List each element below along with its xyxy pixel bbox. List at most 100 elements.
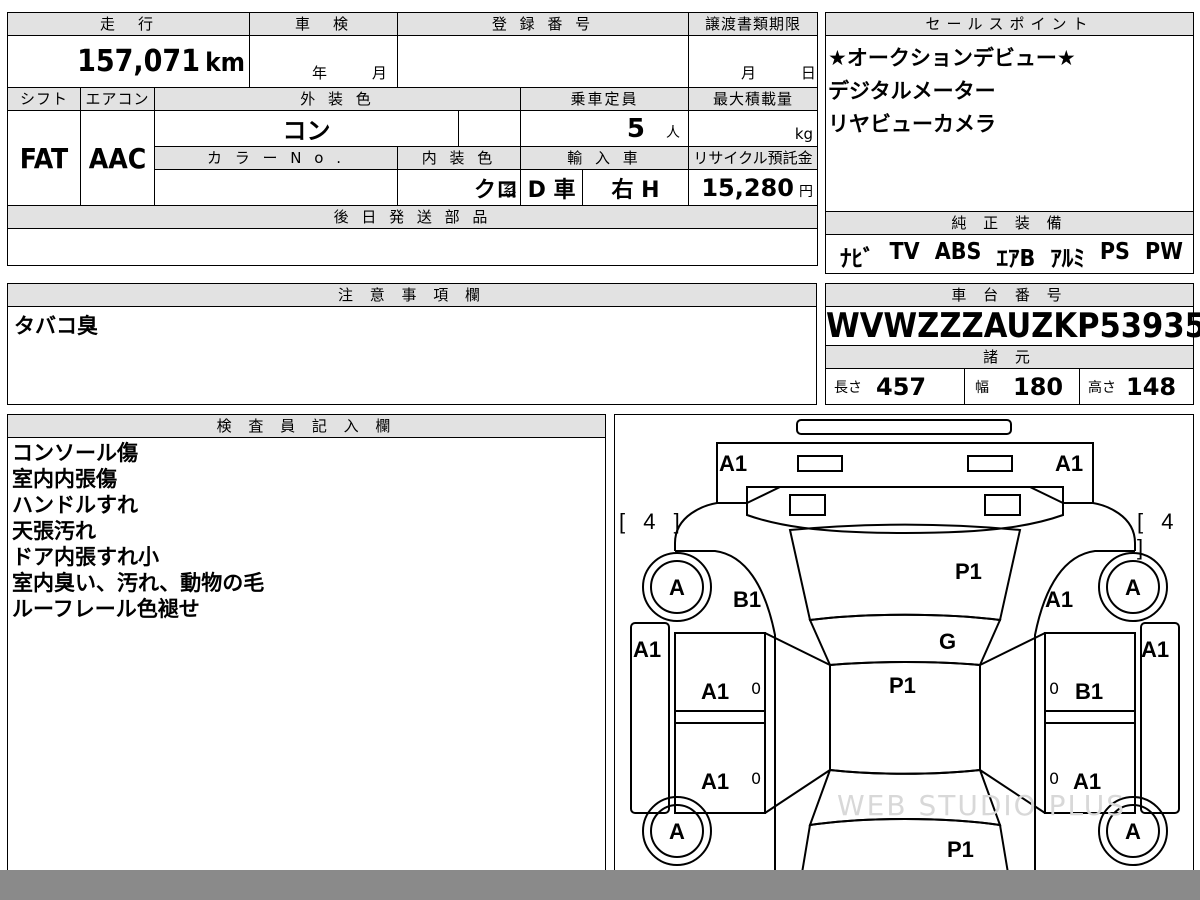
front-bumper-bar bbox=[796, 419, 1012, 435]
max-load-unit: kg bbox=[688, 110, 819, 147]
label-door-fr: B1 bbox=[1075, 679, 1104, 704]
exterior-color-header: 外 装 色 bbox=[153, 87, 522, 111]
chassis-panel: 車 台 番 号 WVWZZZAUZKP539351 諸 元 長さ 457 幅 1… bbox=[825, 283, 1200, 405]
later-parts-header: 後 日 発 送 部 品 bbox=[6, 205, 819, 229]
capacity-cell: 5 人 bbox=[520, 110, 690, 147]
inspector-note: コンソール傷 bbox=[12, 441, 138, 465]
capacity-header: 乗車定員 bbox=[520, 87, 690, 111]
watermark: WEB STUDIO PLUS bbox=[837, 789, 1126, 822]
notes-header: 注 意 事 項 欄 bbox=[8, 284, 816, 307]
body-front-right bbox=[1092, 502, 1136, 551]
label-tread-right: [ 4 ] bbox=[1137, 509, 1180, 560]
inspector-note: ドア内張すれ小 bbox=[12, 545, 159, 569]
ac-value: AAC bbox=[80, 110, 155, 206]
windshield-panel bbox=[808, 613, 1002, 667]
label-tire-rr: A bbox=[1125, 819, 1141, 844]
mileage-header: 走 行 bbox=[6, 12, 251, 36]
capacity-unit: 人 bbox=[666, 124, 681, 141]
recycle-unit: 円 bbox=[799, 183, 814, 200]
registration-cell bbox=[397, 35, 690, 88]
inspector-header: 検 査 員 記 入 欄 bbox=[8, 415, 605, 438]
spec-width-value: 180 bbox=[1013, 373, 1064, 401]
interior-color-header: 内 装 色 bbox=[397, 146, 522, 170]
equipment-item: PS bbox=[1099, 239, 1130, 265]
exterior-color-sub bbox=[458, 110, 522, 147]
shift-value: FAT bbox=[7, 110, 81, 206]
vent-right bbox=[984, 494, 1021, 516]
spec-height-label: 高さ bbox=[1088, 380, 1116, 396]
label-pillar-left: A1 bbox=[633, 637, 662, 662]
equipment-item: ABS bbox=[934, 239, 982, 265]
transfer-day-label: 日 bbox=[800, 64, 816, 82]
label-tire-rl: A bbox=[669, 819, 685, 844]
sales-points-list: ★オークションデビュー★ デジタルメーター リヤビューカメラ bbox=[826, 36, 1193, 141]
mileage-value: 157,071 bbox=[77, 44, 200, 79]
label-windshield: G bbox=[939, 629, 957, 654]
notes-text: タバコ臭 bbox=[14, 314, 98, 338]
grille-area bbox=[746, 486, 1064, 535]
label-fender-left: B1 bbox=[733, 587, 762, 612]
import-right-hand: 右 H bbox=[582, 169, 690, 206]
spec-length: 長さ 457 bbox=[826, 369, 965, 405]
interior-color-cell: クロ 系 bbox=[397, 169, 522, 206]
label-tread-left: [ 4 ] bbox=[619, 509, 686, 534]
equipment-item: PW bbox=[1144, 239, 1183, 265]
door-front-left bbox=[674, 632, 766, 724]
recycle-value: 15,280 bbox=[701, 173, 794, 202]
exterior-color-value: コン bbox=[153, 110, 460, 147]
transfer-header: 譲渡書類期限 bbox=[688, 12, 819, 36]
spec-height-value: 148 bbox=[1126, 373, 1177, 401]
inspector-note: 室内臭い、汚れ、動物の毛 bbox=[12, 571, 265, 595]
vent-left bbox=[789, 494, 826, 516]
notes-panel: 注 意 事 項 欄 タバコ臭 bbox=[7, 283, 817, 405]
equipment-item: ｴｱB bbox=[996, 246, 1036, 272]
mileage-unit: km bbox=[205, 48, 246, 78]
interior-color-suffix: 系 bbox=[502, 182, 518, 200]
specs-header: 諸 元 bbox=[826, 346, 1193, 369]
genuine-equipment-header: 純 正 装 備 bbox=[826, 212, 1193, 235]
spec-width-label: 幅 bbox=[975, 380, 989, 396]
label-roof: P1 bbox=[889, 673, 916, 698]
hood-panel bbox=[788, 523, 1022, 622]
equipment-item: ﾅﾋﾞ bbox=[840, 246, 875, 272]
label-front-left: A1 bbox=[719, 451, 748, 476]
spec-height: 高さ 148 bbox=[1080, 373, 1193, 401]
label-tire-fl: A bbox=[669, 575, 685, 600]
label-front-right: A1 bbox=[1055, 451, 1084, 476]
front-end-outline bbox=[716, 442, 1094, 504]
color-no-header: カ ラ ー N o . bbox=[153, 146, 399, 170]
sales-points-panel: セールスポイント ★オークションデビュー★ デジタルメーター リヤビューカメラ bbox=[825, 12, 1194, 213]
inspector-note: 室内内張傷 bbox=[12, 467, 117, 491]
inspection-month-label: 月 bbox=[371, 64, 387, 82]
headlight-right bbox=[967, 455, 1013, 472]
label-pillar-right: A1 bbox=[1141, 637, 1170, 662]
capacity-value: 5 bbox=[626, 113, 645, 144]
sales-point-item: デジタルメーター bbox=[828, 79, 996, 103]
import-d-car: D 車 bbox=[520, 169, 584, 206]
label-rear: P1 bbox=[947, 837, 974, 862]
label-door-rr-zero: 0 bbox=[1049, 769, 1060, 788]
inspector-note: ハンドルすれ bbox=[12, 493, 138, 517]
label-fender-right: A1 bbox=[1045, 587, 1074, 612]
shift-header: シフト bbox=[7, 87, 81, 111]
chassis-header: 車 台 番 号 bbox=[826, 284, 1193, 307]
spec-length-label: 長さ bbox=[834, 380, 862, 396]
label-door-fl-zero: 0 bbox=[751, 679, 762, 698]
sales-point-item: リヤビューカメラ bbox=[828, 112, 996, 136]
vehicle-info-grid: 走 行 車 検 登 録 番 号 譲渡書類期限 157,071 km 年 月 月 … bbox=[6, 12, 819, 266]
inspector-note: ルーフレール色褪せ bbox=[12, 597, 200, 621]
inspector-list: コンソール傷 室内内張傷 ハンドルすれ 天張汚れ ドア内張すれ小 室内臭い、汚れ… bbox=[8, 438, 605, 622]
recycle-header: リサイクル預託金 bbox=[688, 146, 819, 170]
equipment-item: ｱﾙﾐ bbox=[1050, 246, 1085, 272]
inspector-note: 天張汚れ bbox=[12, 519, 96, 543]
spec-length-value: 457 bbox=[876, 373, 927, 401]
mileage-cell: 157,071 km bbox=[6, 35, 251, 88]
inspection-header: 車 検 bbox=[249, 12, 399, 36]
equipment-item: TV bbox=[889, 239, 920, 265]
headlight-left bbox=[797, 455, 843, 472]
transfer-month-label: 月 bbox=[741, 64, 757, 82]
label-door-fl: A1 bbox=[701, 679, 730, 704]
bottom-gray-strip bbox=[0, 870, 1200, 900]
color-no-value bbox=[153, 169, 399, 206]
inspection-cell: 年 月 bbox=[249, 35, 399, 88]
